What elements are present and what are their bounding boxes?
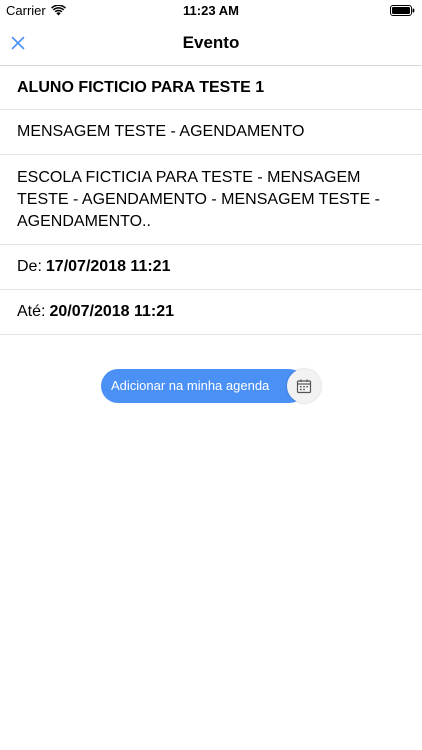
event-start-value: 17/07/2018 11:21 bbox=[45, 258, 171, 275]
event-description: ESCOLA FICTICIA PARA TESTE - MENSAGEM TE… bbox=[17, 169, 381, 230]
status-time: 11:23 AM bbox=[183, 3, 239, 18]
event-subject-row: MENSAGEM TESTE - AGENDAMENTO bbox=[0, 110, 422, 155]
status-bar: Carrier 11:23 AM bbox=[0, 0, 422, 22]
event-end-label: Até: bbox=[17, 303, 46, 320]
calendar-icon bbox=[296, 379, 312, 394]
battery-icon bbox=[390, 5, 415, 16]
navigation-bar: Evento bbox=[0, 22, 422, 66]
event-start-label: De: bbox=[17, 258, 42, 275]
add-to-calendar-label: Adicionar na minha agenda bbox=[101, 369, 306, 403]
add-to-calendar-button[interactable]: Adicionar na minha agenda bbox=[101, 369, 321, 403]
event-student-row: ALUNO FICTICIO PARA TESTE 1 bbox=[0, 66, 422, 110]
event-subject: MENSAGEM TESTE - AGENDAMENTO bbox=[17, 123, 305, 140]
page-title: Evento bbox=[182, 33, 240, 52]
event-description-row: ESCOLA FICTICIA PARA TESTE - MENSAGEM TE… bbox=[0, 155, 422, 245]
event-details: ALUNO FICTICIO PARA TESTE 1 MENSAGEM TES… bbox=[0, 66, 422, 335]
event-student: ALUNO FICTICIO PARA TESTE 1 bbox=[17, 78, 265, 96]
event-start-row: De: 17/07/2018 11:21 bbox=[0, 245, 422, 290]
event-end-row: Até: 20/07/2018 11:21 bbox=[0, 290, 422, 335]
calendar-icon-badge bbox=[287, 369, 321, 403]
event-end-value: 20/07/2018 11:21 bbox=[49, 303, 175, 320]
